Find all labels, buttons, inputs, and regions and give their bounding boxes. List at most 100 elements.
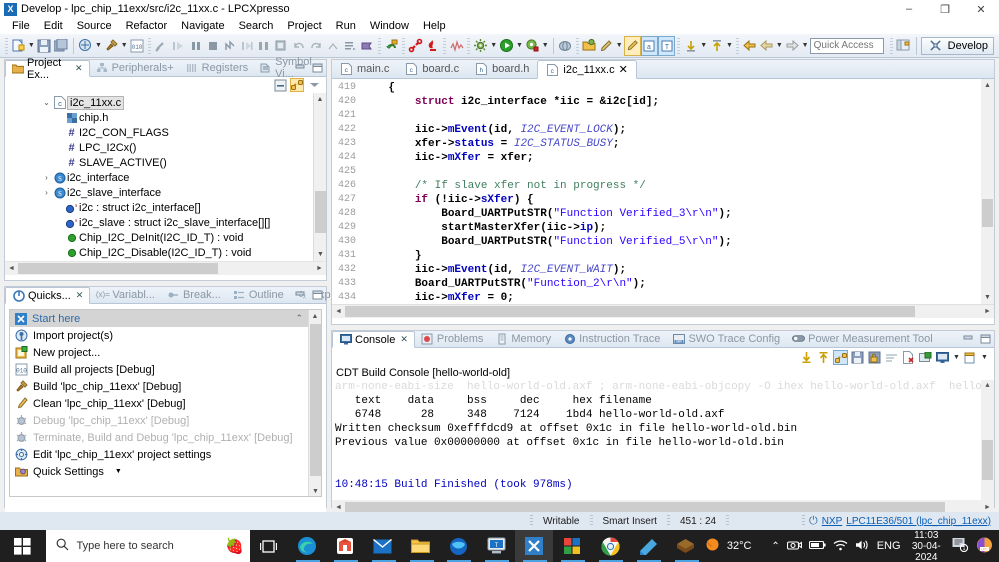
- registers-icon[interactable]: [359, 36, 376, 56]
- redo-icon[interactable]: [307, 36, 324, 56]
- taskbar-search-box[interactable]: Type here to search 🍓: [45, 530, 250, 562]
- scrollbar-track[interactable]: [345, 501, 981, 513]
- menu-refactor[interactable]: Refactor: [119, 19, 175, 33]
- code-line[interactable]: 430 Board_UARTPutSTR("Function Verified_…: [332, 235, 994, 249]
- file-explorer-icon[interactable]: [402, 530, 440, 562]
- taskbar-clock[interactable]: 11:03 30-04-2024: [908, 530, 945, 562]
- code-line[interactable]: 427 if (!iic->sXfer) {: [332, 193, 994, 207]
- trace-icon[interactable]: [448, 36, 465, 56]
- scroll-left-arrow-icon[interactable]: ◄: [5, 265, 18, 272]
- scrollbar-track[interactable]: [345, 306, 981, 317]
- previous-annotation-icon[interactable]: [682, 36, 699, 56]
- lpcxpresso-icon[interactable]: [515, 530, 554, 562]
- chrome-icon[interactable]: [591, 530, 629, 562]
- start-here-header[interactable]: Start here ⌃: [10, 310, 321, 327]
- toolbar-grip-5[interactable]: [443, 37, 447, 54]
- tree-twisty-icon[interactable]: ›: [41, 188, 52, 197]
- code-line[interactable]: 431 }: [332, 249, 994, 263]
- thunderbird-icon[interactable]: [439, 530, 477, 562]
- status-target-prefix[interactable]: NXP: [822, 516, 843, 527]
- scrollbar-thumb[interactable]: [982, 199, 993, 227]
- marker-icon[interactable]: a: [640, 35, 659, 56]
- lock-console-icon[interactable]: [867, 350, 882, 365]
- tree-vertical-scrollbar[interactable]: ▲ ▼: [313, 93, 326, 261]
- external-tools-dropdown-icon[interactable]: ▼: [489, 36, 498, 56]
- menu-run[interactable]: Run: [329, 19, 363, 33]
- editor-tab-i2c-11xx-c[interactable]: c i2c_11xx.c ✕: [537, 60, 637, 79]
- menu-edit[interactable]: Edit: [37, 19, 70, 33]
- notifications-icon[interactable]: 1: [952, 537, 969, 555]
- maximize-button[interactable]: ❐: [927, 0, 963, 18]
- close-button[interactable]: ✕: [963, 0, 999, 18]
- view-menu-icon[interactable]: [307, 78, 321, 92]
- debug-dropdown-icon[interactable]: ▼: [94, 36, 103, 56]
- battery-icon[interactable]: [808, 540, 826, 553]
- volume-icon[interactable]: [855, 539, 870, 554]
- editor-horizontal-scrollbar[interactable]: ◄ ►: [332, 304, 994, 318]
- sticky-notes-icon[interactable]: [629, 530, 667, 562]
- tree-twisty-icon[interactable]: ⌄: [41, 98, 52, 107]
- code-line[interactable]: 421: [332, 109, 994, 123]
- editor-tab-board-c[interactable]: c board.c: [397, 59, 467, 78]
- red-flag-icon[interactable]: [424, 36, 441, 56]
- scroll-up-arrow-icon[interactable]: ▲: [309, 310, 321, 323]
- tree-twisty-icon[interactable]: ›: [41, 173, 52, 182]
- minimize-panel-icon[interactable]: [294, 289, 306, 300]
- save-all-icon[interactable]: [53, 36, 70, 56]
- clear-console-icon[interactable]: [901, 350, 916, 365]
- tab-console[interactable]: Console ✕: [332, 331, 415, 348]
- scroll-down-arrow-icon[interactable]: ▼: [314, 248, 326, 261]
- windows-start-icon[interactable]: [0, 530, 46, 562]
- display-console-dropdown-icon[interactable]: ▼: [952, 348, 961, 368]
- tab-outline[interactable]: Outline: [227, 286, 290, 303]
- back-history-icon[interactable]: [758, 36, 775, 56]
- menu-window[interactable]: Window: [363, 19, 416, 33]
- minimize-panel-icon[interactable]: [294, 62, 306, 73]
- scroll-left-arrow-icon[interactable]: ◄: [332, 308, 345, 315]
- scrollbar-thumb[interactable]: [345, 501, 945, 513]
- collapse-section-icon[interactable]: ⌃: [295, 313, 303, 324]
- menu-search[interactable]: Search: [232, 19, 281, 33]
- scroll-up-icon[interactable]: [816, 350, 831, 365]
- tree-item[interactable]: ⌄ c i2c_11xx.c: [5, 95, 326, 110]
- scroll-up-arrow-icon[interactable]: ▲: [981, 380, 994, 393]
- scroll-down-icon[interactable]: [799, 350, 814, 365]
- tree-item[interactable]: chip.h: [5, 110, 326, 125]
- step-into-icon[interactable]: [239, 36, 256, 56]
- quickstart-item[interactable]: Build 'lpc_chip_11exx' [Debug]: [10, 378, 321, 395]
- toolbar-grip-2[interactable]: [147, 37, 151, 54]
- chevron-down-icon[interactable]: ▼: [115, 468, 122, 475]
- tree-item[interactable]: Chip_I2C_EventHandler(I2C_ID_T, I2C_EVEN…: [5, 260, 326, 261]
- toolbar-grip-7[interactable]: [575, 37, 579, 54]
- menu-help[interactable]: Help: [416, 19, 453, 33]
- weather-temperature[interactable]: 32°C: [727, 540, 752, 552]
- build-all-icon[interactable]: 010: [129, 36, 146, 56]
- scrollbar-thumb[interactable]: [18, 263, 218, 274]
- project-tree[interactable]: ⌄ c i2c_11xx.c chip.h # I2C_CON_FLAGS # LPC_I2C…: [5, 93, 326, 261]
- scroll-up-arrow-icon[interactable]: ▲: [981, 79, 994, 92]
- code-line[interactable]: 422 iic->mEvent(id, I2C_EVENT_LOCK);: [332, 123, 994, 137]
- minimize-button[interactable]: –: [891, 0, 927, 18]
- undo-icon[interactable]: [290, 36, 307, 56]
- debug-configs-icon[interactable]: [524, 36, 541, 56]
- instruction-stepping-icon[interactable]: [342, 36, 359, 56]
- search-dropdown-icon[interactable]: ▼: [615, 36, 624, 56]
- quickstart-item[interactable]: Quick Settings ▼: [10, 463, 321, 480]
- mail-icon[interactable]: [364, 530, 402, 562]
- step-over-icon[interactable]: [256, 36, 273, 56]
- save-icon[interactable]: [36, 36, 53, 56]
- scrollbar-track[interactable]: [18, 263, 313, 274]
- pin-console-icon[interactable]: [918, 350, 933, 365]
- scroll-down-arrow-icon[interactable]: ▼: [981, 291, 994, 304]
- next-annotation-nav-icon[interactable]: [708, 36, 725, 56]
- console-vertical-scrollbar[interactable]: ▲: [981, 380, 994, 500]
- debug-configs-dropdown-icon[interactable]: ▼: [541, 36, 550, 56]
- menu-navigate[interactable]: Navigate: [174, 19, 231, 33]
- status-target[interactable]: LPC11E36/501 (lpc_chip_11exx): [846, 516, 991, 527]
- scroll-up-arrow-icon[interactable]: ▲: [314, 93, 326, 106]
- scroll-right-arrow-icon[interactable]: ►: [313, 265, 326, 272]
- code-line[interactable]: 433 Board_UARTPutSTR("Function_2\r\n");: [332, 277, 994, 291]
- tree-item[interactable]: Chip_I2C_Disable(I2C_ID_T) : void: [5, 245, 326, 260]
- editor-tab-main-c[interactable]: c main.c: [332, 59, 397, 78]
- display-console-icon[interactable]: [935, 350, 950, 365]
